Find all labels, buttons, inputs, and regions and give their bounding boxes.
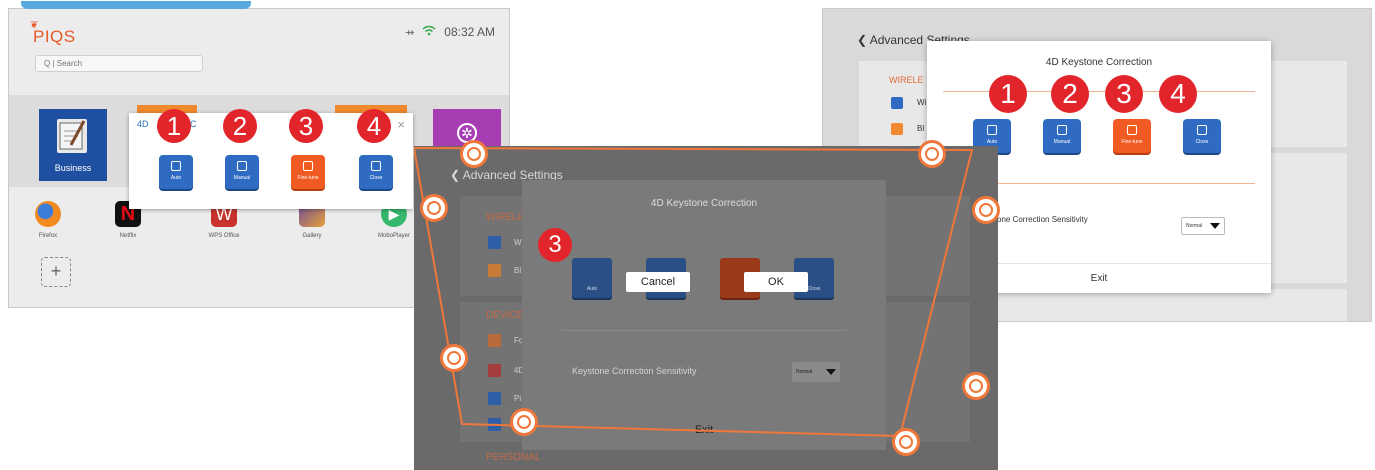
search-input[interactable]	[42, 58, 186, 69]
right-upper-handle[interactable]	[972, 196, 1000, 224]
dock-app-label: WPS Office	[208, 233, 240, 239]
list-item-label[interactable]: Bl	[917, 124, 924, 133]
bottom-right-handle[interactable]	[892, 428, 920, 456]
manual-button[interactable]: Manual	[1043, 119, 1081, 153]
close-button-icon	[1197, 125, 1207, 135]
step-badge-2: 2	[1051, 75, 1089, 113]
auto-icon	[171, 161, 181, 171]
manual-button[interactable]: Manual	[225, 155, 259, 189]
list-item-label[interactable]: Wi	[917, 98, 926, 107]
brand-logo: ❦ PIQS	[30, 20, 76, 47]
close-button[interactable]: Close	[359, 155, 393, 189]
top-accent-strip	[21, 1, 251, 9]
manual-icon	[1057, 125, 1067, 135]
step-badge-1: 1	[157, 109, 191, 143]
fine-tune-screen: ❮ Advanced Settings WIRELE Wi Bl DEVICE …	[414, 140, 1000, 470]
step-badge-3: 3	[1105, 75, 1143, 113]
close-icon[interactable]: ×	[397, 117, 405, 132]
firefox-icon	[35, 201, 61, 227]
section-header: WIRELE	[889, 75, 924, 85]
fine-tune-button[interactable]: Fine-tune	[1113, 119, 1151, 153]
right-lower-handle[interactable]	[962, 372, 990, 400]
auto-icon	[987, 125, 997, 135]
close-button-icon	[371, 161, 381, 171]
step-badge-2: 2	[223, 109, 257, 143]
auto-button[interactable]: Auto	[159, 155, 193, 189]
keystone-outline	[414, 147, 974, 438]
caret-down-icon	[1210, 223, 1220, 229]
fine-tune-icon	[1127, 125, 1137, 135]
wifi-icon	[422, 25, 436, 39]
wifi-settings-icon	[891, 97, 903, 109]
left-upper-handle[interactable]	[420, 194, 448, 222]
usb-icon: ⇸	[405, 26, 415, 39]
dock-app-firefox[interactable]: Firefox	[13, 201, 83, 239]
bluetooth-icon	[891, 123, 903, 135]
leaf-icon: ❦	[30, 20, 39, 31]
top-right-handle[interactable]	[918, 140, 946, 168]
app-tile-label: Business	[54, 163, 92, 173]
step-badge-3: 3	[289, 109, 323, 143]
close-button[interactable]: Close	[1183, 119, 1221, 153]
left-lower-handle[interactable]	[440, 344, 468, 372]
chevron-left-icon: ❮	[857, 33, 868, 47]
step-badge-4: 4	[357, 109, 391, 143]
manual-icon	[237, 161, 247, 171]
add-app-button[interactable]: +	[41, 257, 71, 287]
dock-app-label: Firefox	[38, 233, 58, 239]
dock-app-label: MoboPlayer	[377, 233, 410, 239]
clock: 08:32 AM	[444, 25, 495, 39]
app-tile-business[interactable]: Business	[39, 109, 107, 181]
step-badge-1: 1	[989, 75, 1027, 113]
plus-icon: +	[50, 261, 62, 281]
dock-app-label: Netflix	[119, 233, 137, 239]
dropdown-value: Normal	[1186, 223, 1203, 229]
dock-app-label: Gallery	[302, 233, 322, 239]
step-badge-4: 4	[1159, 75, 1197, 113]
brand-name: PIQS	[33, 27, 76, 46]
sensitivity-dropdown[interactable]: Normal	[1181, 217, 1225, 235]
bottom-left-handle[interactable]	[510, 408, 538, 436]
search-box[interactable]	[35, 55, 203, 72]
dialog-title: 4D Keystone Correction	[1045, 57, 1153, 68]
top-left-handle[interactable]	[460, 140, 488, 168]
fine-tune-icon	[303, 161, 313, 171]
notebook-icon	[57, 119, 87, 153]
fine-tune-button[interactable]: Fine-tune	[291, 155, 325, 189]
sensitivity-label: one Correction Sensitivity	[997, 215, 1088, 224]
status-bar: ⇸ 08:32 AM	[405, 25, 495, 39]
